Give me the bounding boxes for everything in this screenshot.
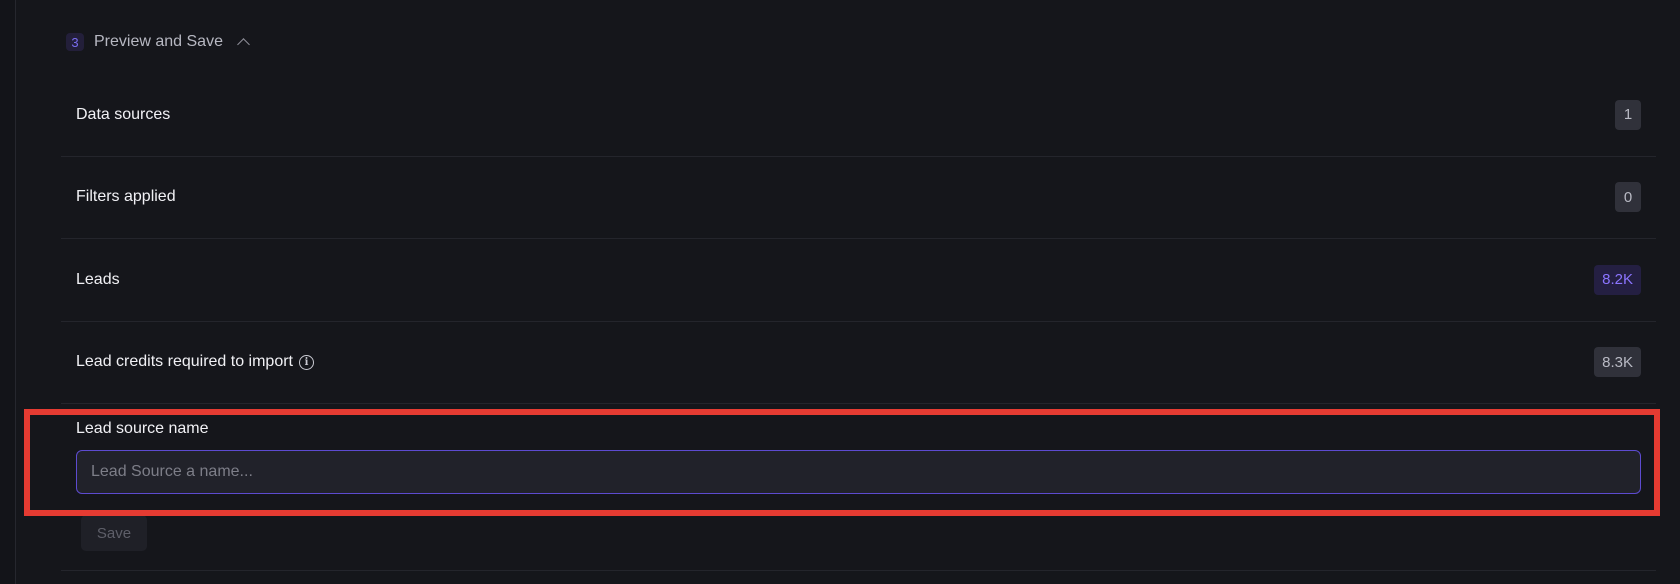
preview-save-panel: 3 Preview and Save Data sources 1 Filter… bbox=[15, 0, 1680, 584]
row-label: Data sources bbox=[76, 105, 171, 123]
divider bbox=[61, 570, 1656, 571]
lead-source-name-field: Lead source name bbox=[76, 420, 1641, 494]
count-badge: 8.3K bbox=[1594, 347, 1641, 378]
lead-source-name-input[interactable] bbox=[76, 450, 1641, 494]
summary-row-lead-credits: Lead credits required to import i 8.3K bbox=[61, 322, 1656, 404]
section-title: Preview and Save bbox=[94, 33, 223, 50]
summary-list: Data sources 1 Filters applied 0 Leads 8… bbox=[61, 74, 1656, 404]
info-icon[interactable]: i bbox=[299, 354, 314, 370]
row-label: Lead credits required to import bbox=[76, 353, 293, 371]
summary-row-data-sources: Data sources 1 bbox=[61, 74, 1656, 157]
count-badge: 0 bbox=[1615, 182, 1641, 213]
save-button[interactable]: Save bbox=[81, 515, 147, 551]
step-number-badge: 3 bbox=[66, 33, 84, 51]
count-badge: 8.2K bbox=[1594, 264, 1641, 295]
section-header[interactable]: 3 Preview and Save bbox=[66, 33, 250, 51]
summary-row-filters-applied: Filters applied 0 bbox=[61, 157, 1656, 239]
lead-source-name-label: Lead source name bbox=[76, 420, 209, 437]
row-label: Leads bbox=[76, 270, 120, 288]
summary-row-leads: Leads 8.2K bbox=[61, 239, 1656, 322]
chevron-up-icon[interactable] bbox=[237, 38, 250, 51]
count-badge: 1 bbox=[1615, 99, 1641, 130]
row-label: Filters applied bbox=[76, 188, 176, 206]
row-label-with-info: Lead credits required to import i bbox=[76, 353, 314, 371]
